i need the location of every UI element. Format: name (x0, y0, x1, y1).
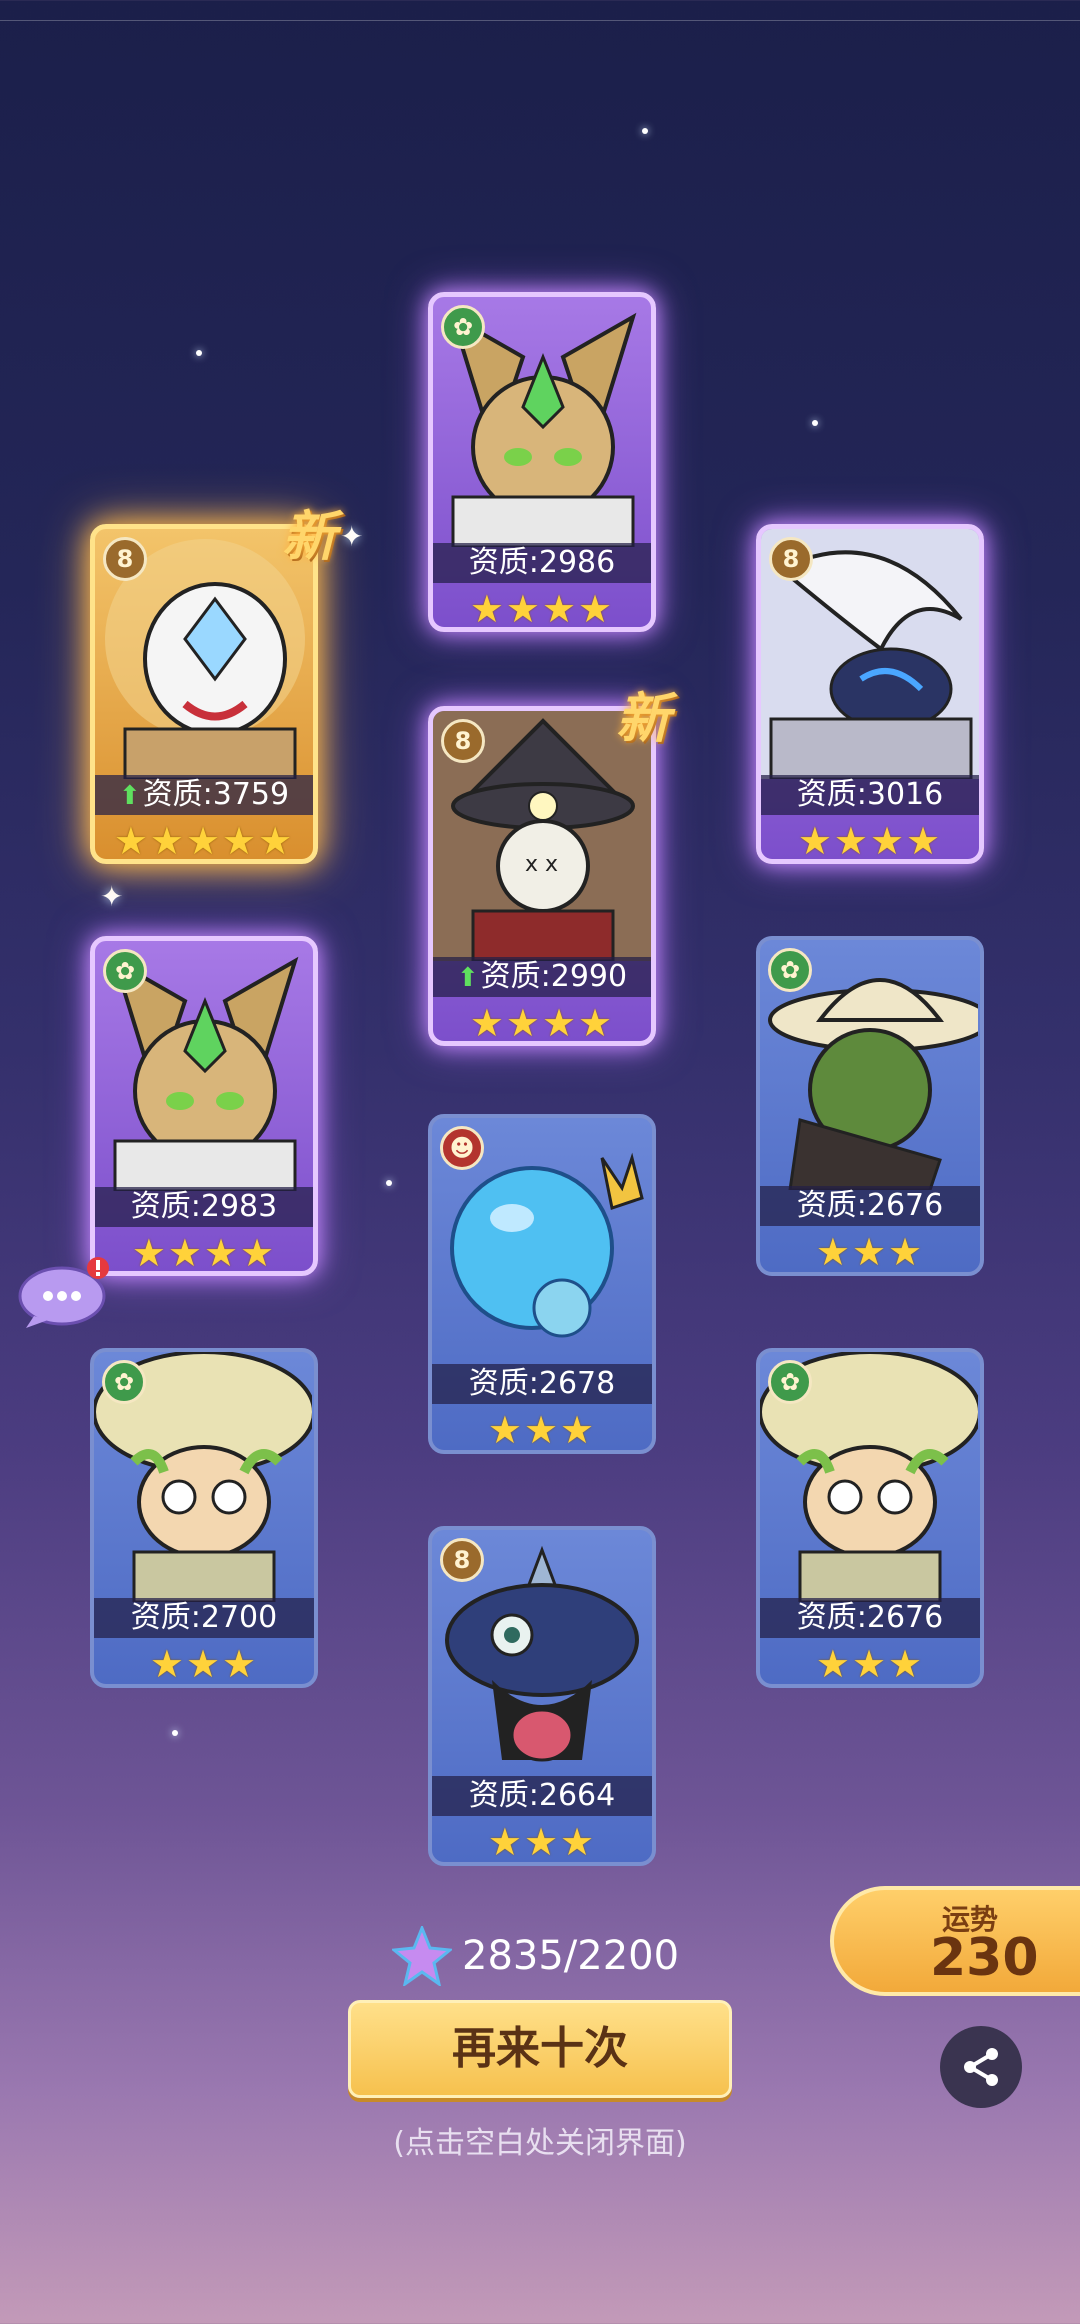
star-rating: ★★★ (815, 1642, 925, 1686)
hero-card[interactable]: ☻ 资质:2678 ★★★ (428, 1114, 656, 1454)
element-emblem-icon: 8 (440, 1538, 484, 1582)
hero-card[interactable]: 8 资质:3016 ★★★★ (756, 524, 984, 864)
aptitude-label: 资质:3016 (761, 775, 979, 815)
star-rating: ★★★ (149, 1642, 259, 1686)
aptitude-label: 资质:2983 (95, 1187, 313, 1227)
draw-ten-again-button[interactable]: 再来十次 (348, 2000, 732, 2098)
crystal-star-icon (392, 1926, 452, 1986)
star-rating: ★★★ (487, 1820, 597, 1864)
hero-card[interactable]: ✿ 资质:2676 ★★★ (756, 1348, 984, 1688)
aptitude-label: 资质:2676 (760, 1186, 980, 1226)
aptitude-label: 资质:2676 (760, 1598, 980, 1638)
svg-text:x x: x x (525, 852, 558, 877)
aptitude-label: 资质:2986 (433, 543, 651, 583)
element-emblem-icon: ✿ (102, 1360, 146, 1404)
background-star (386, 1180, 392, 1186)
star-rating: ★★★★ (469, 1001, 615, 1045)
element-emblem-icon: ✿ (768, 1360, 812, 1404)
hero-card[interactable]: 8 ⬆资质:3759 ★★★★★ (90, 524, 318, 864)
close-hint-text: (点击空白处关闭界面) (393, 2126, 687, 2161)
hero-card[interactable]: x x 8 ⬆资质:2990 ★★★★ (428, 706, 656, 1046)
element-emblem-icon: ✿ (441, 305, 485, 349)
new-badge: 新 (282, 504, 336, 568)
sparkle-icon: ✦ (100, 880, 124, 913)
upgrade-arrow-icon: ⬆ (456, 963, 479, 993)
hero-card[interactable]: ✿ 资质:2986 ★★★★ (428, 292, 656, 632)
background-star (642, 128, 648, 134)
currency-display: 2835/2200 (392, 1926, 679, 1986)
hero-card[interactable]: ✿ 资质:2676 ★★★ (756, 936, 984, 1276)
aptitude-value: 资质:3759 (142, 777, 290, 812)
aptitude-value: 资质:2990 (480, 959, 628, 994)
currency-amount: 2835/2200 (462, 1933, 680, 1979)
element-emblem-icon: 8 (769, 537, 813, 581)
element-emblem-icon: ✿ (103, 949, 147, 993)
new-badge: 新 (616, 686, 670, 750)
hero-card[interactable]: 8 资质:2664 ★★★ (428, 1526, 656, 1866)
aptitude-label: ⬆资质:3759 (95, 775, 313, 815)
fortune-value: 230 (930, 1928, 1039, 1988)
background-star (172, 1730, 178, 1736)
background-star (812, 420, 818, 426)
share-icon (964, 2048, 998, 2086)
element-emblem-icon: ✿ (768, 948, 812, 992)
star-rating: ★★★★ (469, 587, 615, 631)
top-divider (0, 20, 1080, 21)
sparkle-icon: ✦ (340, 520, 364, 553)
element-emblem-icon: 8 (103, 537, 147, 581)
background-star (196, 350, 202, 356)
aptitude-label: 资质:2664 (432, 1776, 652, 1816)
fortune-badge[interactable]: 运势 230 (830, 1886, 1080, 1996)
star-rating: ★★★★★ (113, 819, 295, 863)
star-rating: ★★★ (487, 1408, 597, 1452)
star-rating: ★★★★ (131, 1231, 277, 1275)
aptitude-label: ⬆资质:2990 (433, 957, 651, 997)
chat-bubble-icon[interactable] (18, 1256, 110, 1330)
upgrade-arrow-icon: ⬆ (118, 781, 141, 811)
star-rating: ★★★★ (797, 819, 943, 863)
aptitude-label: 资质:2700 (94, 1598, 314, 1638)
star-rating: ★★★ (815, 1230, 925, 1274)
share-button[interactable] (940, 2026, 1022, 2108)
element-emblem-icon: ☻ (440, 1126, 484, 1170)
hero-card[interactable]: ✿ 资质:2700 ★★★ (90, 1348, 318, 1688)
aptitude-label: 资质:2678 (432, 1364, 652, 1404)
hero-card[interactable]: ✿ 资质:2983 ★★★★ (90, 936, 318, 1276)
element-emblem-icon: 8 (441, 719, 485, 763)
